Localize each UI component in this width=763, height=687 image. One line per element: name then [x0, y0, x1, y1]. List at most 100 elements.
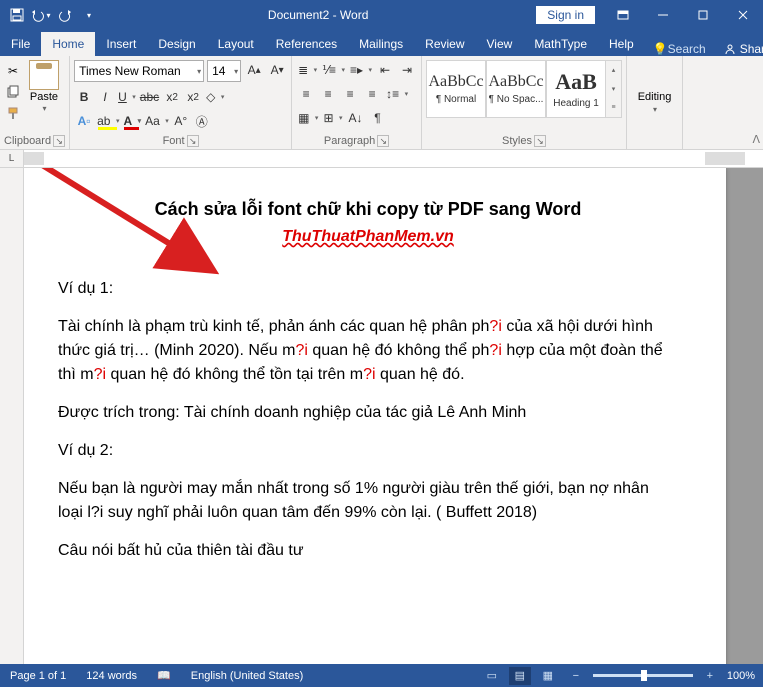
maximize-icon[interactable]	[683, 4, 723, 26]
format-painter-icon[interactable]	[4, 104, 22, 122]
italic-button[interactable]: I	[95, 87, 115, 107]
share-button[interactable]: Share	[714, 42, 763, 56]
show-hide-icon[interactable]: ¶	[368, 108, 388, 128]
redo-icon[interactable]	[54, 4, 76, 26]
collapse-ribbon-icon[interactable]: ᐱ	[752, 133, 760, 146]
superscript-button[interactable]: x2	[183, 87, 203, 107]
doc-p3: Được trích trong: Tài chính doanh nghiệp…	[58, 401, 678, 425]
doc-p5: Nếu bạn là người may mắn nhất trong số 1…	[58, 477, 678, 525]
font-launcher-icon[interactable]: ↘	[187, 135, 199, 147]
doc-p4: Ví dụ 2:	[58, 439, 678, 463]
ribbon: ✂ Paste ▾ Clipboard ↘ Times New Roman▾ 1…	[0, 56, 763, 150]
text-effects-icon[interactable]: A▫	[74, 111, 94, 131]
highlight-color-button[interactable]: ab	[95, 111, 120, 131]
increase-indent-icon[interactable]: ⇥	[397, 60, 417, 80]
horizontal-ruler[interactable]	[24, 150, 763, 167]
sort-icon[interactable]: A↓	[346, 108, 366, 128]
tab-review[interactable]: Review	[414, 32, 475, 56]
tab-file[interactable]: File	[0, 32, 41, 56]
paste-button[interactable]: Paste ▾	[24, 60, 64, 113]
zoom-level[interactable]: 100%	[727, 670, 755, 682]
document-page[interactable]: Cách sửa lỗi font chữ khi copy từ PDF sa…	[24, 168, 726, 668]
change-case-button[interactable]: Aa	[143, 111, 170, 131]
justify-icon[interactable]: ≡	[362, 84, 382, 104]
minimize-icon[interactable]	[643, 4, 683, 26]
enclose-characters-icon[interactable]: Ⓐ	[192, 111, 212, 131]
status-page[interactable]: Page 1 of 1	[0, 670, 76, 682]
shrink-font-icon[interactable]: A▾	[267, 60, 287, 80]
line-spacing-button[interactable]: ↕≡	[384, 84, 409, 104]
undo-icon[interactable]: ▾	[30, 4, 52, 26]
font-size-combo[interactable]: 14▾	[207, 60, 241, 82]
tab-selector[interactable]: L	[0, 150, 24, 167]
sign-in-button[interactable]: Sign in	[536, 6, 595, 24]
tab-mailings[interactable]: Mailings	[348, 32, 414, 56]
tell-me-search[interactable]: 💡 Search	[645, 42, 714, 56]
ruler-area: L	[0, 150, 763, 168]
decrease-indent-icon[interactable]: ⇤	[375, 60, 395, 80]
zoom-out-icon[interactable]: −	[565, 667, 587, 685]
group-clipboard: ✂ Paste ▾ Clipboard ↘	[0, 56, 70, 149]
numbering-button[interactable]: ⅟≡	[320, 60, 346, 80]
align-left-icon[interactable]: ≡	[296, 84, 316, 104]
zoom-slider[interactable]	[593, 674, 693, 677]
paragraph-group-label: Paragraph	[324, 135, 375, 147]
tab-references[interactable]: References	[265, 32, 348, 56]
group-font: Times New Roman▾ 14▾ A▴ A▾ B I U abc x2 …	[70, 56, 292, 149]
shading-button[interactable]: ▦	[296, 108, 319, 128]
tell-me-label: Search	[668, 42, 706, 56]
font-name-combo[interactable]: Times New Roman▾	[74, 60, 204, 82]
align-right-icon[interactable]: ≡	[340, 84, 360, 104]
status-proofing-icon[interactable]: 📖	[147, 669, 181, 682]
borders-button[interactable]: ⊞	[321, 108, 343, 128]
tab-layout[interactable]: Layout	[207, 32, 265, 56]
save-icon[interactable]	[6, 4, 28, 26]
copy-icon[interactable]	[4, 83, 22, 101]
page-scroll[interactable]: Cách sửa lỗi font chữ khi copy từ PDF sa…	[24, 168, 763, 668]
tab-home[interactable]: Home	[41, 32, 95, 56]
character-shading-icon[interactable]: A°	[171, 111, 191, 131]
status-bar: Page 1 of 1 124 words 📖 English (United …	[0, 664, 763, 687]
cut-icon[interactable]: ✂	[4, 62, 22, 80]
align-center-icon[interactable]: ≡	[318, 84, 338, 104]
ribbon-display-icon[interactable]	[603, 4, 643, 26]
subscript-button[interactable]: x2	[162, 87, 182, 107]
status-language[interactable]: English (United States)	[181, 670, 314, 682]
ribbon-tabs: File Home Insert Design Layout Reference…	[0, 30, 763, 56]
close-icon[interactable]	[723, 4, 763, 26]
qat-customize-icon[interactable]: ▾	[78, 4, 100, 26]
bullets-button[interactable]: ≣	[296, 60, 318, 80]
tab-view[interactable]: View	[476, 32, 524, 56]
vertical-ruler[interactable]	[0, 168, 24, 668]
tab-mathtype[interactable]: MathType	[523, 32, 598, 56]
status-words[interactable]: 124 words	[76, 670, 147, 682]
bold-button[interactable]: B	[74, 87, 94, 107]
tab-help[interactable]: Help	[598, 32, 645, 56]
styles-gallery-more[interactable]: ▴▾≡	[606, 60, 622, 118]
multilevel-list-button[interactable]: ≡▸	[348, 60, 373, 80]
paragraph-launcher-icon[interactable]: ↘	[377, 135, 389, 147]
style-normal[interactable]: AaBbCc¶ Normal	[426, 60, 486, 118]
styles-launcher-icon[interactable]: ↘	[534, 135, 546, 147]
doc-p2: Tài chính là phạm trù kinh tế, phản ánh …	[58, 315, 678, 387]
font-color-button[interactable]: A	[121, 111, 142, 131]
underline-button[interactable]: U	[116, 87, 137, 107]
font-group-label: Font	[163, 135, 185, 147]
grow-font-icon[interactable]: A▴	[244, 60, 264, 80]
web-layout-icon[interactable]: ▦	[537, 667, 559, 685]
print-layout-icon[interactable]: ▤	[509, 667, 531, 685]
document-area: Cách sửa lỗi font chữ khi copy từ PDF sa…	[0, 168, 763, 668]
doc-p1: Ví dụ 1:	[58, 277, 678, 301]
strikethrough-button[interactable]: abc	[138, 87, 161, 107]
clipboard-launcher-icon[interactable]: ↘	[53, 135, 65, 147]
zoom-in-icon[interactable]: +	[699, 667, 721, 685]
clear-formatting-icon[interactable]: ◇	[204, 87, 225, 107]
share-label: Share	[740, 42, 763, 56]
tab-design[interactable]: Design	[147, 32, 206, 56]
read-mode-icon[interactable]: ▭	[481, 667, 503, 685]
style-no-spacing[interactable]: AaBbCc¶ No Spac...	[486, 60, 546, 118]
editing-button[interactable]: Editing	[638, 91, 672, 103]
group-styles: AaBbCc¶ Normal AaBbCc¶ No Spac... AaBHea…	[422, 56, 627, 149]
style-heading1[interactable]: AaBHeading 1	[546, 60, 606, 118]
tab-insert[interactable]: Insert	[95, 32, 147, 56]
